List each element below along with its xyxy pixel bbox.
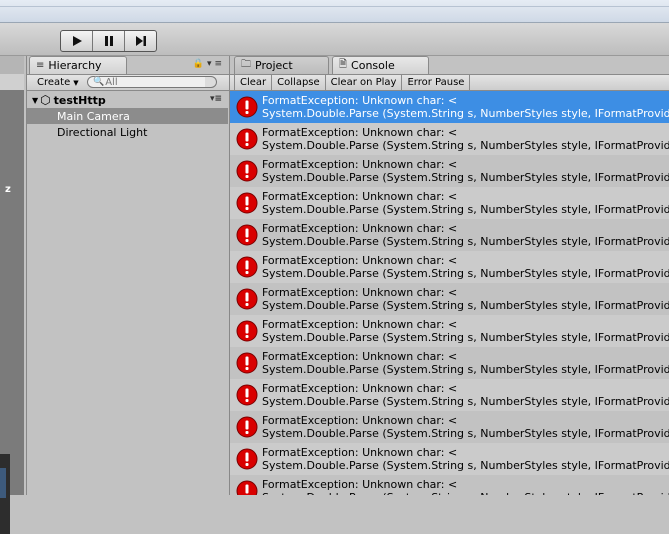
log-message: FormatException: Unknown char: < — [262, 222, 458, 235]
log-stacktrace: System.Double.Parse (System.String s, Nu… — [262, 491, 669, 495]
clear-button[interactable]: Clear — [234, 75, 273, 90]
log-stacktrace: System.Double.Parse (System.String s, Nu… — [262, 267, 669, 280]
log-message: FormatException: Unknown char: < — [262, 126, 458, 139]
dropdown-caret-icon: ▼ — [73, 78, 79, 87]
hierarchy-search-input[interactable]: 🔍 All — [87, 76, 213, 88]
console-log-entry[interactable]: FormatException: Unknown char: <System.D… — [230, 251, 669, 283]
search-icon: 🔍 — [93, 77, 105, 87]
console-log-list: FormatException: Unknown char: < System.D… — [230, 91, 669, 495]
error-icon — [236, 416, 258, 438]
log-message: FormatException: Unknown char: < — [262, 382, 458, 395]
list-icon: ≡ — [36, 60, 45, 71]
tab-project[interactable]: 🗀 Project — [234, 56, 329, 74]
log-message: FormatException: Unknown char: < — [262, 286, 458, 299]
log-stacktrace: System.Double.Parse (System.String s, Nu… — [262, 395, 669, 408]
hierarchy-root-testhttp[interactable]: ▼ ⬡ testHttp ▾≡ — [27, 92, 228, 108]
console-log-entry[interactable]: FormatException: Unknown char: <System.D… — [230, 123, 669, 155]
console-log-entry[interactable]: FormatException: Unknown char: <System.D… — [230, 411, 669, 443]
error-icon — [236, 128, 258, 150]
play-icon — [72, 36, 82, 46]
clear-on-play-button[interactable]: Clear on Play — [326, 75, 403, 90]
scene-panel[interactable]: z — [0, 56, 24, 534]
console-log-entry[interactable]: FormatException: Unknown char: <System.D… — [230, 187, 669, 219]
axis-label: z — [5, 184, 11, 195]
unity-scene-icon: ⬡ — [40, 93, 51, 107]
collapse-button[interactable]: Collapse — [272, 75, 326, 90]
log-message: FormatException: Unknown char: < — [262, 414, 458, 427]
console-log-entry[interactable]: FormatException: Unknown char: <System.D… — [230, 91, 669, 123]
log-stacktrace: System.Double.Parse (System.String s, Nu… — [262, 459, 669, 472]
pause-button[interactable] — [93, 31, 125, 51]
expand-arrow-icon[interactable]: ▼ — [32, 96, 38, 105]
title-strip — [0, 0, 669, 23]
play-controls — [60, 30, 157, 52]
error-icon — [236, 320, 258, 342]
hierarchy-item-main-camera[interactable]: Main Camera — [27, 108, 228, 124]
console-log-entry[interactable]: FormatException: Unknown char: <System.D… — [230, 283, 669, 315]
scene-menu-icon[interactable]: ▾≡ — [210, 94, 222, 104]
error-pause-button[interactable]: Error Pause — [402, 75, 471, 90]
error-icon — [236, 448, 258, 470]
log-stacktrace: System.Double.Parse (System.String s, Nu… — [262, 427, 669, 440]
console-log-entry[interactable]: FormatException: Unknown char: <System.D… — [230, 475, 669, 495]
hierarchy-panel: ≡ Hierarchy 🔒▾≡ Create ▼ 🔍 All ▼ ⬡ testHt… — [26, 56, 230, 495]
console-log-entry[interactable]: FormatException: Unknown char: <System.D… — [230, 219, 669, 251]
log-message: FormatException: Unknown char: < — [262, 254, 458, 267]
log-stacktrace: System.Double.Parse (System.String s, Nu… — [262, 299, 669, 312]
step-button[interactable] — [125, 31, 156, 51]
hierarchy-toolbar: Create ▼ 🔍 All — [27, 74, 229, 91]
log-stacktrace: System.Double.Parse (System.String s, Nu… — [262, 171, 669, 184]
tab-console[interactable]: 🗎 Console — [332, 56, 429, 74]
tab-hierarchy[interactable]: ≡ Hierarchy — [29, 56, 127, 74]
error-icon — [236, 352, 258, 374]
console-log-entry[interactable]: FormatException: Unknown char: <System.D… — [230, 347, 669, 379]
error-icon — [236, 192, 258, 214]
folder-icon: 🗀 — [241, 59, 251, 70]
error-icon — [236, 480, 258, 495]
console-log-entry[interactable]: FormatException: Unknown char: <System.D… — [230, 379, 669, 411]
log-message: FormatException: Unknown char: < — [262, 94, 458, 107]
log-stacktrace: System.Double.Parse (System.String s, Nu… — [262, 363, 669, 376]
play-button[interactable] — [61, 31, 93, 51]
console-icon: 🗎 — [339, 59, 348, 70]
error-icon — [236, 288, 258, 310]
log-stacktrace: System.Double.Parse (System.String s, Nu… — [262, 139, 669, 152]
log-message: FormatException: Unknown char: < — [262, 158, 458, 171]
pause-icon — [104, 36, 113, 46]
console-toolbar: Clear Collapse Clear on Play Error Pause — [230, 74, 669, 91]
error-icon — [236, 256, 258, 278]
panel-menu-icon[interactable]: 🔒▾≡ — [193, 59, 225, 69]
scene-view[interactable]: z — [0, 90, 24, 495]
main-toolbar — [0, 23, 669, 56]
log-stacktrace: System.Double.Parse (System.String s, Nu… — [262, 331, 669, 344]
error-icon — [236, 384, 258, 406]
log-message: FormatException: Unknown char: < — [262, 446, 458, 459]
search-clear-button[interactable] — [205, 76, 217, 88]
console-log-entry[interactable]: FormatException: Unknown char: <System.D… — [230, 155, 669, 187]
log-stacktrace: System.Double.Parse (System.String s, Nu… — [262, 235, 669, 248]
console-panel: 🗀 Project 🗎 Console Clear Collapse Clear… — [230, 56, 669, 495]
log-message: FormatException: Unknown char: < — [262, 190, 458, 203]
error-icon — [236, 224, 258, 246]
log-stacktrace: System.Double.Parse (System.String s, Nu… — [262, 203, 669, 216]
hierarchy-item-directional-light[interactable]: Directional Light — [27, 124, 228, 140]
log-stacktrace: System.Double.Parse (System.String s, Nu… — [262, 107, 669, 120]
create-button[interactable]: Create ▼ — [33, 76, 83, 89]
log-message: FormatException: Unknown char: < — [262, 318, 458, 331]
console-log-entry[interactable]: FormatException: Unknown char: <System.D… — [230, 315, 669, 347]
error-icon — [236, 96, 258, 118]
step-icon — [135, 36, 146, 46]
error-icon — [236, 160, 258, 182]
log-message: FormatException: Unknown char: < — [262, 350, 458, 363]
log-message: FormatException: Unknown char: < — [262, 478, 458, 491]
console-log-entry[interactable]: FormatException: Unknown char: <System.D… — [230, 443, 669, 475]
